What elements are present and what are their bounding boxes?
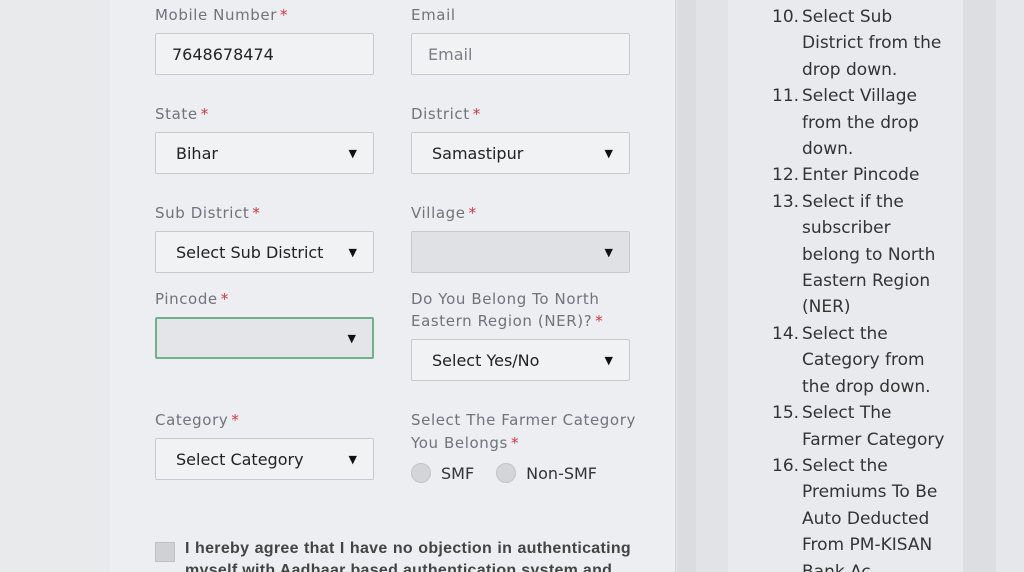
district-select[interactable]: Samastipur ▼: [411, 132, 630, 174]
step-number: 15.: [772, 403, 800, 424]
required-marker: *: [200, 105, 209, 123]
instruction-step: 12. Enter Pincode: [772, 162, 952, 188]
mobile-number-value: 7648678474: [172, 44, 274, 64]
instruction-step: 14. Select the Category from the drop dow…: [772, 321, 952, 400]
state-select[interactable]: Bihar ▼: [155, 132, 374, 174]
scrollbar-track[interactable]: [963, 0, 996, 572]
registration-form-panel: [110, 0, 676, 572]
instruction-step: 11. Select Village from the drop down.: [772, 83, 952, 162]
chevron-down-icon: ▼: [347, 331, 356, 345]
step-number: 16.: [772, 455, 800, 476]
ner-label: Do You Belong To North: [411, 290, 600, 308]
required-marker: *: [280, 6, 289, 24]
step-text: Select The Farmer Category: [802, 403, 945, 450]
email-label: Email: [411, 6, 456, 24]
panel-gutter: [677, 0, 696, 572]
left-background: [0, 0, 110, 572]
step-text: Select if the subscriber belong to North…: [802, 191, 936, 318]
district-label: District *: [411, 105, 481, 123]
instruction-step: 15. Select The Farmer Category: [772, 400, 952, 453]
chevron-down-icon: ▼: [348, 146, 357, 160]
step-number: 13.: [772, 191, 800, 212]
instruction-steps-list: 10. Select Sub District from the drop dow…: [772, 4, 952, 572]
pincode-select[interactable]: ▼: [155, 317, 374, 359]
sub-district-select[interactable]: Select Sub District ▼: [155, 231, 374, 273]
step-number: 10.: [772, 7, 800, 27]
pincode-label: Pincode *: [155, 290, 229, 308]
required-marker: *: [231, 411, 240, 429]
radio-circle[interactable]: [496, 463, 517, 483]
step-text: Select the Category from the drop down.: [802, 323, 931, 397]
step-number: 11.: [772, 86, 800, 107]
farmer-category-label: Select The Farmer Category: [411, 411, 636, 429]
instruction-step: 16. Select the Premiums To Be Auto Deduct…: [772, 453, 952, 572]
chevron-down-icon: ▼: [604, 245, 613, 259]
radio-option-non-smf[interactable]: Non-SMF: [496, 463, 597, 483]
required-marker: *: [252, 204, 261, 222]
required-marker: *: [220, 290, 229, 308]
email-input[interactable]: [428, 44, 613, 64]
state-label: State *: [155, 105, 209, 123]
instruction-step: 10. Select Sub District from the drop dow…: [772, 4, 952, 83]
step-text: Select the Premiums To Be Auto Deducted …: [802, 455, 938, 572]
ner-value: Select Yes/No: [432, 350, 540, 370]
sub-district-label: Sub District *: [155, 204, 261, 222]
steps-sidebar-strip: [696, 0, 728, 572]
village-select[interactable]: ▼: [411, 231, 630, 273]
agreement-checkbox[interactable]: [155, 542, 175, 562]
category-label: Category *: [155, 411, 240, 429]
step-number: 14.: [772, 323, 800, 344]
state-value: Bihar: [176, 143, 218, 163]
agreement-text: I hereby agree that I have no objection …: [185, 540, 631, 572]
mobile-number-label: Mobile Number *: [155, 6, 289, 24]
sub-district-value: Select Sub District: [176, 242, 324, 262]
ner-select[interactable]: Select Yes/No ▼: [411, 339, 630, 381]
chevron-down-icon: ▼: [348, 452, 357, 466]
instruction-step: 13. Select if the subscriber belong to No…: [772, 189, 952, 321]
required-marker: *: [595, 312, 604, 330]
ner-label-line2: Eastern Region (NER)? *: [411, 312, 604, 330]
chevron-down-icon: ▼: [604, 146, 613, 160]
radio-label-smf: SMF: [441, 463, 475, 483]
required-marker: *: [510, 434, 520, 452]
right-background: [996, 0, 1024, 572]
step-number: 12.: [772, 165, 800, 186]
chevron-down-icon: ▼: [604, 353, 613, 367]
category-value: Select Category: [176, 449, 304, 469]
required-marker: *: [468, 204, 477, 222]
village-label: Village *: [411, 204, 477, 222]
farmer-category-label-line2: You Belongs *: [411, 434, 520, 452]
farmer-category-radio-group: SMF Non-SMF: [411, 463, 619, 483]
radio-label-non-smf: Non-SMF: [526, 463, 598, 483]
district-value: Samastipur: [432, 143, 524, 163]
mobile-number-field[interactable]: 7648678474: [155, 33, 374, 75]
step-text: Select Village from the drop down.: [802, 86, 919, 160]
required-marker: *: [472, 105, 481, 123]
step-text: Select Sub District from the drop down.: [802, 7, 942, 80]
category-select[interactable]: Select Category ▼: [155, 438, 374, 480]
email-field[interactable]: [411, 33, 630, 75]
step-text: Enter Pincode: [802, 165, 920, 186]
radio-circle[interactable]: [411, 463, 431, 483]
radio-option-smf[interactable]: SMF: [411, 463, 474, 483]
chevron-down-icon: ▼: [348, 245, 357, 259]
